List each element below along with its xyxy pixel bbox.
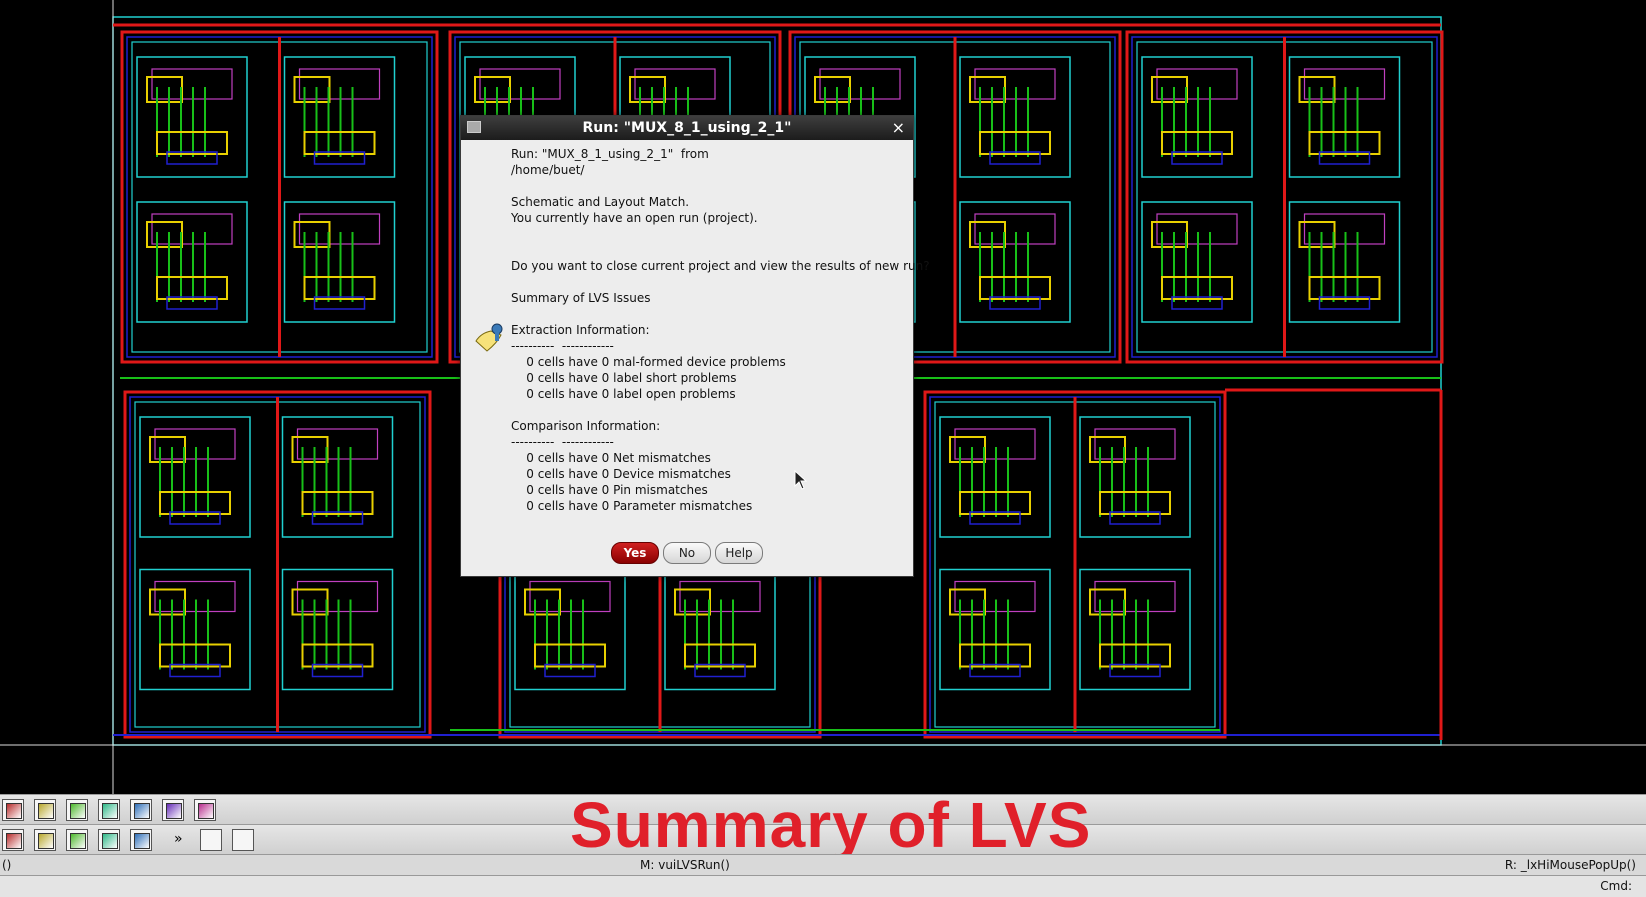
command-bar[interactable]: Cmd: <box>0 875 1646 897</box>
dialog-line: 0 cells have 0 Net mismatches <box>511 451 711 465</box>
table-alt-icon[interactable] <box>232 829 254 851</box>
dialog-line: 0 cells have 0 mal-formed device problem… <box>511 355 786 369</box>
no-button[interactable]: No <box>663 542 711 564</box>
error-icon-glyph <box>102 833 118 849</box>
dialog-line <box>511 226 907 242</box>
dialog-line: /home/buet/ <box>511 163 585 177</box>
status-middle-mouse: M: vuiLVSRun() <box>640 858 730 872</box>
yes-button[interactable]: Yes <box>611 542 659 564</box>
dialog-line <box>511 178 907 194</box>
dialog-titlebar[interactable]: Run: "MUX_8_1_using_2_1" × <box>461 116 913 140</box>
fit-icon[interactable] <box>130 799 152 821</box>
dialog-message: Run: "MUX_8_1_using_2_1" from/home/buet/… <box>511 146 930 514</box>
error-icon[interactable] <box>98 829 120 851</box>
table-icon[interactable] <box>200 829 222 851</box>
dialog-line <box>511 242 907 258</box>
close-icon[interactable]: × <box>892 116 905 140</box>
zoom-in-icon[interactable] <box>162 799 184 821</box>
note-info-icon <box>475 323 503 352</box>
hierarchy-icon-glyph <box>70 833 86 849</box>
grid-icon[interactable] <box>2 829 24 851</box>
edit-icon[interactable] <box>130 829 152 851</box>
more-tools-icon[interactable]: » <box>174 831 183 847</box>
status-right-mouse: R: _lxHiMousePopUp() <box>1504 858 1636 872</box>
dialog-line: You currently have an open run (project)… <box>511 211 758 225</box>
dialog-line: 0 cells have 0 Pin mismatches <box>511 483 708 497</box>
dialog-line: ---------- ------------ <box>511 339 614 353</box>
hierarchy-icon[interactable] <box>66 829 88 851</box>
eye-icon[interactable] <box>34 799 56 821</box>
dialog-line: 0 cells have 0 label open problems <box>511 387 736 401</box>
zoom-box-icon[interactable] <box>98 799 120 821</box>
dialog-line: Schematic and Layout Match. <box>511 195 690 209</box>
dialog-line: Summary of LVS Issues <box>511 291 651 305</box>
dialog-line: 0 cells have 0 Device mismatches <box>511 467 731 481</box>
dialog-line: 0 cells have 0 Parameter mismatches <box>511 499 753 513</box>
select-icon[interactable] <box>66 799 88 821</box>
lvs-icon[interactable] <box>34 829 56 851</box>
select-icon-glyph <box>70 803 86 819</box>
overlay-caption: Summary of LVS <box>570 789 1092 861</box>
edit-icon-glyph <box>134 833 150 849</box>
ruler-icon-glyph <box>6 803 22 819</box>
status-left: () <box>2 858 12 872</box>
lvs-icon-glyph <box>38 833 54 849</box>
zoom-in-icon-glyph <box>166 803 182 819</box>
dialog-line: Run: "MUX_8_1_using_2_1" from <box>511 147 709 161</box>
ruler-icon[interactable] <box>2 799 24 821</box>
dialog-line: Extraction Information: <box>511 323 650 337</box>
cmd-label: Cmd: <box>1600 879 1632 893</box>
dialog-line: Comparison Information: <box>511 419 661 433</box>
dialog-line: ---------- ------------ <box>511 435 614 449</box>
eye-icon-glyph <box>38 803 54 819</box>
status-bar: () M: vuiLVSRun() R: _lxHiMousePopUp() <box>0 854 1646 876</box>
fit-icon-glyph <box>134 803 150 819</box>
swap-icon-glyph <box>198 803 214 819</box>
run-dialog: Run: "MUX_8_1_using_2_1" × Run: "MUX_8_1… <box>460 115 930 577</box>
swap-icon[interactable] <box>194 799 216 821</box>
help-button[interactable]: Help <box>715 542 763 564</box>
zoom-box-icon-glyph <box>102 803 118 819</box>
dialog-line <box>511 306 907 322</box>
grid-icon-glyph <box>6 833 22 849</box>
dialog-title: Run: "MUX_8_1_using_2_1" <box>582 120 792 136</box>
dialog-line <box>511 274 907 290</box>
mouse-cursor-icon <box>794 470 808 490</box>
dialog-line: 0 cells have 0 label short problems <box>511 371 737 385</box>
dialog-line <box>511 402 907 418</box>
dialog-line: Do you want to close current project and… <box>511 259 930 273</box>
window-menu-icon[interactable] <box>467 121 481 133</box>
